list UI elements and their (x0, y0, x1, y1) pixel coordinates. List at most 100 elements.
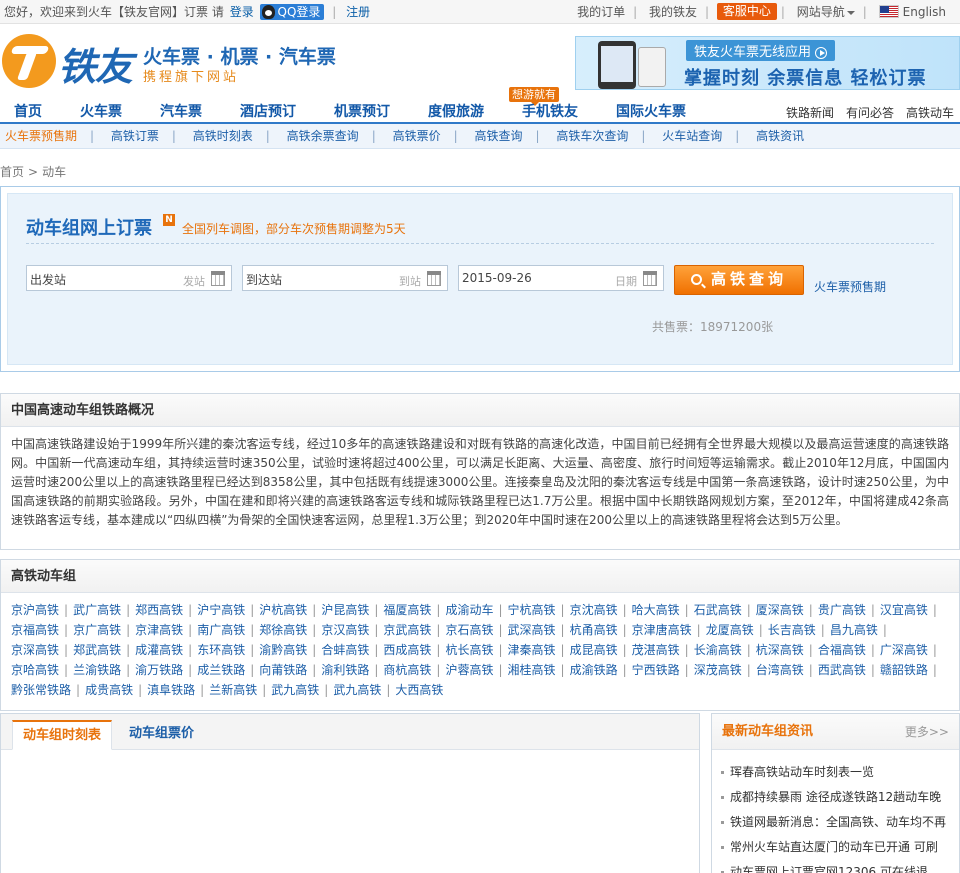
hs-line-link[interactable]: 杭甬高铁 (570, 623, 618, 637)
hs-line-link[interactable]: 武广高铁 (73, 603, 121, 617)
news-item[interactable]: 铁道网最新消息：全国高铁、动车均不再 (720, 810, 959, 835)
from-station-input[interactable]: 出发站 发站 (26, 265, 232, 291)
hs-line-link[interactable]: 合福高铁 (818, 643, 866, 657)
hs-line-link[interactable]: 成渝动车 (445, 603, 493, 617)
hs-line-link[interactable]: 武九高铁 (333, 683, 381, 697)
hs-line-link[interactable]: 渝万铁路 (135, 663, 183, 677)
search-button[interactable]: 高铁查询 (674, 265, 804, 295)
hs-line-link[interactable]: 茂湛高铁 (632, 643, 680, 657)
hs-line-link[interactable]: 沪昆高铁 (321, 603, 369, 617)
hs-line-link[interactable]: 京石高铁 (445, 623, 493, 637)
subnav-station-query[interactable]: 火车站查询 (662, 129, 722, 143)
register-link[interactable]: 注册 (346, 5, 370, 19)
hs-line-link[interactable]: 京哈高铁 (11, 663, 59, 677)
hs-line-link[interactable]: 成贵高铁 (85, 683, 133, 697)
nav-international[interactable]: 国际火车票 (616, 102, 686, 122)
hs-line-link[interactable]: 东环高铁 (197, 643, 245, 657)
subnav-hs-news[interactable]: 高铁资讯 (756, 129, 804, 143)
news-more-link[interactable]: 更多>> (905, 714, 949, 750)
hs-line-link[interactable]: 广深高铁 (880, 643, 928, 657)
hs-line-link[interactable]: 成兰铁路 (197, 663, 245, 677)
nav-hotel[interactable]: 酒店预订 (240, 102, 296, 122)
language-switch[interactable]: English (878, 5, 946, 19)
nav-faq[interactable]: 有问必答 (846, 104, 894, 121)
hs-line-link[interactable]: 台湾高铁 (756, 663, 804, 677)
subnav-hs-timetable[interactable]: 高铁时刻表 (193, 129, 253, 143)
hs-line-link[interactable]: 福厦高铁 (383, 603, 431, 617)
date-input[interactable]: 2015-09-26 日期 (458, 265, 664, 291)
hs-line-link[interactable]: 杭长高铁 (445, 643, 493, 657)
to-station-input[interactable]: 到达站 到站 (242, 265, 448, 291)
hs-line-link[interactable]: 杭深高铁 (756, 643, 804, 657)
hs-line-link[interactable]: 昌九高铁 (830, 623, 878, 637)
hs-line-link[interactable]: 贵广高铁 (818, 603, 866, 617)
hs-line-link[interactable]: 向莆铁路 (259, 663, 307, 677)
subnav-hs-train-query[interactable]: 高铁车次查询 (556, 129, 628, 143)
tab-ticket-price[interactable]: 动车组票价 (119, 720, 204, 750)
nav-high-speed[interactable]: 高铁动车 (906, 104, 954, 121)
hs-line-link[interactable]: 京沈高铁 (570, 603, 618, 617)
service-center-button[interactable]: 客服中心 (716, 3, 777, 20)
hs-line-link[interactable]: 武深高铁 (508, 623, 556, 637)
hs-line-link[interactable]: 郑武高铁 (73, 643, 121, 657)
hs-line-link[interactable]: 成昆高铁 (570, 643, 618, 657)
hs-line-link[interactable]: 西成高铁 (383, 643, 431, 657)
hs-line-link[interactable]: 京武高铁 (383, 623, 431, 637)
hs-line-link[interactable]: 京津唐高铁 (632, 623, 692, 637)
news-item[interactable]: 动车票网上订票官网12306 可在线退 (720, 860, 959, 873)
hs-line-link[interactable]: 津秦高铁 (508, 643, 556, 657)
presale-period-link[interactable]: 火车票预售期 (814, 278, 886, 295)
booking-notice[interactable]: 全国列车调图，部分车次预售期调整为5天 (182, 220, 406, 237)
hs-line-link[interactable]: 兰新高铁 (209, 683, 257, 697)
hs-line-link[interactable]: 宁杭高铁 (508, 603, 556, 617)
hs-line-link[interactable]: 汉宜高铁 (880, 603, 928, 617)
news-item[interactable]: 珲春高铁站动车时刻表一览 (720, 760, 959, 785)
subnav-hs-price[interactable]: 高铁票价 (393, 129, 441, 143)
hs-line-link[interactable]: 沪宁高铁 (197, 603, 245, 617)
hs-line-link[interactable]: 沪蓉高铁 (445, 663, 493, 677)
nav-mobile[interactable]: 手机铁友 (522, 102, 578, 122)
hs-line-link[interactable]: 深茂高铁 (694, 663, 742, 677)
subnav-presale-period[interactable]: 火车票预售期 (5, 129, 77, 143)
news-item[interactable]: 成都持续暴雨 途径成遂铁路12趟动车晚 (720, 785, 959, 810)
hs-line-link[interactable]: 哈大高铁 (632, 603, 680, 617)
hs-line-link[interactable]: 郑徐高铁 (259, 623, 307, 637)
hs-line-link[interactable]: 合蚌高铁 (321, 643, 369, 657)
nav-bus-tickets[interactable]: 汽车票 (160, 102, 202, 122)
hs-line-link[interactable]: 赣韶铁路 (880, 663, 928, 677)
hs-line-link[interactable]: 兰渝铁路 (73, 663, 121, 677)
hs-line-link[interactable]: 京津高铁 (135, 623, 183, 637)
hs-line-link[interactable]: 滇阜铁路 (147, 683, 195, 697)
login-link[interactable]: 登录 (230, 5, 254, 19)
nav-train-tickets[interactable]: 火车票 (80, 102, 122, 122)
hs-line-link[interactable]: 京广高铁 (73, 623, 121, 637)
nav-rail-news[interactable]: 铁路新闻 (786, 104, 834, 121)
hs-line-link[interactable]: 厦深高铁 (756, 603, 804, 617)
nav-vacation[interactable]: 度假旅游 (428, 102, 484, 122)
hs-line-link[interactable]: 湘桂高铁 (508, 663, 556, 677)
hs-line-link[interactable]: 大西高铁 (395, 683, 443, 697)
my-orders-link[interactable]: 我的订单 (577, 5, 625, 19)
logo-text[interactable]: 铁友 (58, 36, 133, 91)
subnav-hs-remaining[interactable]: 高铁余票查询 (287, 129, 359, 143)
hs-line-link[interactable]: 长吉高铁 (768, 623, 816, 637)
my-tieyou-link[interactable]: 我的铁友 (649, 5, 697, 19)
breadcrumb-home[interactable]: 首页 (0, 165, 24, 179)
hs-line-link[interactable]: 龙厦高铁 (706, 623, 754, 637)
hs-line-link[interactable]: 石武高铁 (694, 603, 742, 617)
subnav-hs-booking[interactable]: 高铁订票 (111, 129, 159, 143)
hs-line-link[interactable]: 京沪高铁 (11, 603, 59, 617)
station-list-icon[interactable] (211, 271, 225, 286)
station-list-icon[interactable] (427, 271, 441, 286)
site-nav-dropdown[interactable]: 网站导航 (797, 5, 855, 19)
hs-line-link[interactable]: 长渝高铁 (694, 643, 742, 657)
news-item[interactable]: 常州火车站直达厦门的动车已开通 可刷 (720, 835, 959, 860)
hs-line-link[interactable]: 京福高铁 (11, 623, 59, 637)
hs-line-link[interactable]: 南广高铁 (197, 623, 245, 637)
hs-line-link[interactable]: 京汉高铁 (321, 623, 369, 637)
nav-home[interactable]: 首页 (14, 102, 42, 122)
hs-line-link[interactable]: 渝黔高铁 (259, 643, 307, 657)
hs-line-link[interactable]: 渝利铁路 (321, 663, 369, 677)
hs-line-link[interactable]: 宁西铁路 (632, 663, 680, 677)
nav-flights[interactable]: 机票预订 (334, 102, 390, 122)
